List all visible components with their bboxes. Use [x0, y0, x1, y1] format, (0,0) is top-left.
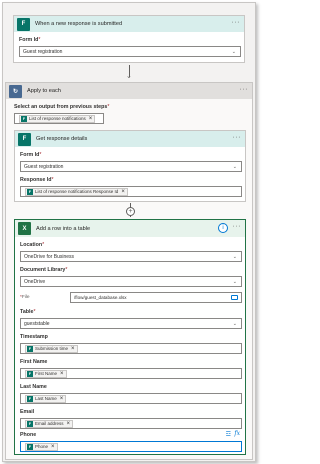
field-label-email: Email — [20, 409, 35, 415]
token-text: Email address — [35, 421, 64, 426]
select-output-field[interactable]: F List of response notifications × — [14, 113, 104, 124]
dynamic-token[interactable]: F Phone × — [25, 442, 58, 451]
dynamic-token[interactable]: F Submission time × — [25, 344, 78, 353]
apply-to-each-header[interactable]: ↻ Apply to each ··· — [6, 83, 252, 99]
remove-token-icon[interactable]: × — [60, 396, 64, 402]
dynamic-content-icon[interactable]: ☲ — [226, 431, 231, 438]
remove-token-icon[interactable]: × — [51, 444, 55, 450]
table-value: gueststable — [24, 320, 50, 327]
field-input-last-name[interactable]: F Last Name × — [20, 393, 242, 404]
form-id-dropdown[interactable]: Guest registration ⌄ — [20, 161, 242, 172]
field-label-last-name: Last Name — [20, 384, 47, 390]
forms-icon: F — [27, 395, 33, 402]
location-value: OneDrive for Business — [24, 253, 75, 260]
table-dropdown[interactable]: gueststable ⌄ — [20, 318, 242, 329]
table-label: Table* — [20, 309, 36, 315]
token-text: Submission time — [35, 346, 69, 351]
document-library-dropdown[interactable]: OneDrive ⌄ — [20, 276, 242, 287]
file-path-value: /flow/guest_database.xlsx — [74, 295, 127, 300]
location-dropdown[interactable]: OneDrive for Business ⌄ — [20, 251, 242, 262]
get-response-title: Get response details — [36, 136, 88, 142]
add-step-icon[interactable]: + — [126, 207, 135, 216]
chevron-down-icon: ⌄ — [231, 49, 236, 55]
form-id-value: Guest registration — [23, 48, 63, 55]
chevron-down-icon: ⌄ — [232, 164, 237, 170]
response-id-field[interactable]: F List of response notifications Response… — [20, 186, 242, 197]
more-options-icon[interactable]: ··· — [233, 223, 242, 230]
dynamic-token[interactable]: F First Name × — [25, 369, 67, 378]
dynamic-token[interactable]: F Last Name × — [25, 394, 67, 403]
trigger-title: When a new response is submitted — [35, 21, 123, 27]
remove-token-icon[interactable]: × — [60, 371, 64, 377]
token-text: First Name — [35, 371, 58, 376]
forms-icon: F — [27, 420, 33, 427]
form-id-label: Form Id* — [20, 152, 42, 158]
chevron-down-icon: ⌄ — [232, 254, 237, 260]
form-id-label: Form Id* — [19, 37, 41, 43]
more-options-icon[interactable]: ··· — [232, 19, 241, 26]
remove-token-icon[interactable]: × — [71, 346, 75, 352]
chevron-down-icon: ⌄ — [232, 321, 237, 327]
get-response-card[interactable]: F Get response details ··· Form Id* Gues… — [14, 130, 246, 202]
add-row-header[interactable]: X Add a row into a table i ··· — [15, 220, 245, 237]
add-row-card[interactable]: X Add a row into a table i ··· Location*… — [14, 219, 246, 455]
file-label: *File — [20, 295, 30, 300]
form-id-value: Guest registration — [24, 163, 64, 170]
file-path-field[interactable]: /flow/guest_database.xlsx — [70, 292, 242, 303]
forms-icon: F — [27, 370, 33, 377]
field-input-first-name[interactable]: F First Name × — [20, 368, 242, 379]
forms-icon: F — [27, 345, 33, 352]
token-text: List of response notifications — [29, 116, 86, 121]
forms-icon: F — [21, 115, 27, 122]
remove-token-icon[interactable]: × — [89, 116, 93, 122]
excel-icon: X — [18, 222, 31, 235]
chevron-down-icon: ⌄ — [232, 279, 237, 285]
more-options-icon[interactable]: ··· — [233, 134, 242, 141]
get-response-header[interactable]: F Get response details ··· — [15, 131, 245, 147]
forms-icon: F — [17, 17, 30, 31]
field-input-email[interactable]: F Email address × — [20, 418, 242, 429]
apply-to-each-title: Apply to each — [27, 88, 61, 94]
apply-to-each-container[interactable]: ↻ Apply to each ··· Select an output fro… — [5, 82, 253, 460]
forms-icon: F — [27, 188, 33, 195]
dynamic-token[interactable]: F List of response notifications × — [19, 114, 96, 123]
forms-icon: F — [27, 443, 33, 450]
document-library-label: Document Library* — [20, 267, 68, 273]
remove-token-icon[interactable]: × — [67, 421, 71, 427]
loop-icon: ↻ — [9, 84, 22, 98]
field-input-timestamp[interactable]: F Submission time × — [20, 343, 242, 354]
connector-arrow-icon: ⌄ — [126, 73, 132, 80]
field-label-phone: Phone — [20, 432, 37, 438]
field-input-phone[interactable]: F Phone × — [20, 441, 242, 452]
dynamic-token[interactable]: F Email address × — [25, 419, 74, 428]
folder-icon[interactable] — [231, 295, 238, 300]
form-id-dropdown[interactable]: Guest registration ⌄ — [19, 46, 241, 57]
token-text: Phone — [35, 444, 49, 449]
add-row-title: Add a row into a table — [36, 225, 91, 232]
response-id-label: Response Id* — [20, 177, 54, 183]
dynamic-token[interactable]: F List of response notifications Response… — [25, 187, 128, 196]
token-text: List of response notifications Response … — [35, 189, 119, 194]
token-text: Last Name — [35, 396, 57, 401]
flow-designer-canvas: F When a new response is submitted ··· F… — [2, 2, 256, 462]
trigger-card-header[interactable]: F When a new response is submitted ··· — [14, 16, 244, 32]
library-value: OneDrive — [24, 278, 46, 285]
field-label-timestamp: Timestamp — [20, 334, 48, 340]
trigger-card[interactable]: F When a new response is submitted ··· F… — [13, 15, 245, 63]
expression-icon[interactable]: fx — [234, 430, 240, 437]
more-options-icon[interactable]: ··· — [240, 86, 249, 93]
remove-token-icon[interactable]: × — [121, 189, 125, 195]
info-icon[interactable]: i — [218, 223, 228, 233]
field-label-first-name: First Name — [20, 359, 48, 365]
forms-icon: F — [18, 132, 31, 146]
select-output-label: Select an output from previous steps* — [14, 104, 110, 110]
location-label: Location* — [20, 242, 45, 248]
